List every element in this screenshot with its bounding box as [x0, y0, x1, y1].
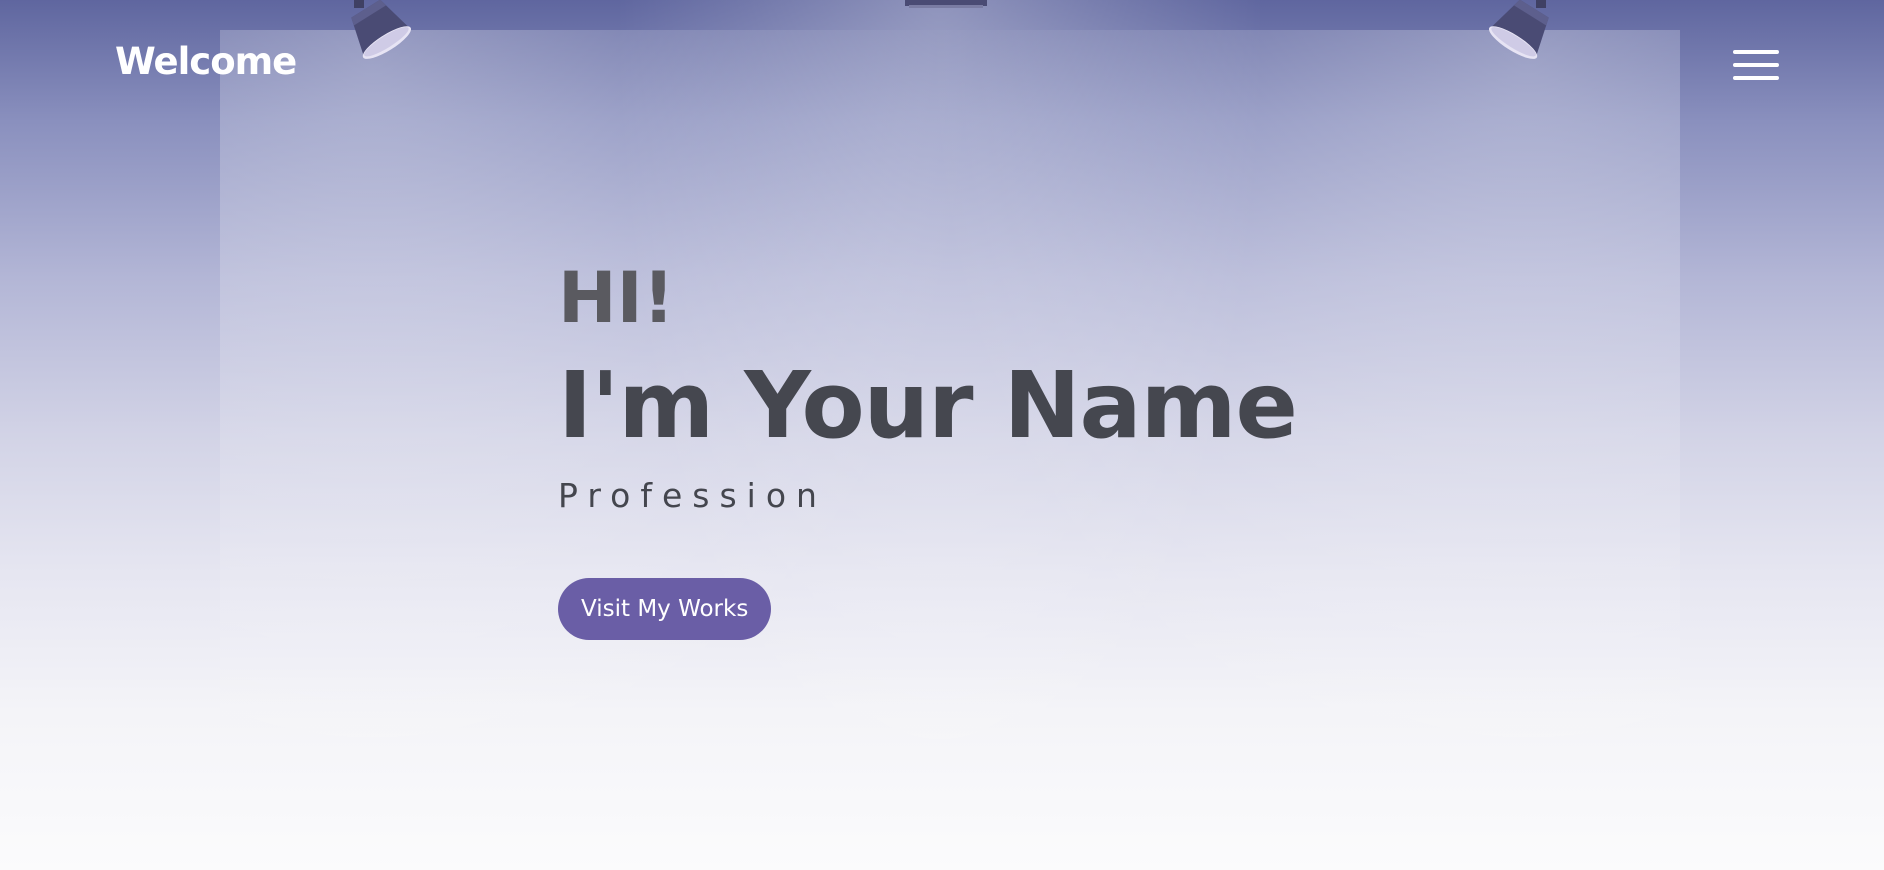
hero-section: Welcome HI! I'm Your Name Profession Vis…	[0, 0, 1884, 870]
hamburger-menu-icon[interactable]	[1733, 48, 1779, 84]
menu-line-bottom	[1733, 76, 1779, 80]
hero-content: HI! I'm Your Name Profession Visit My Wo…	[558, 250, 1298, 640]
hero-profession: Profession	[558, 476, 827, 515]
hero-greeting: HI!	[558, 257, 675, 339]
menu-line-top	[1733, 50, 1779, 54]
visit-works-button[interactable]: Visit My Works	[558, 578, 772, 640]
hero-title: I'm Your Name	[558, 352, 1298, 459]
menu-line-middle	[1733, 63, 1779, 67]
spotlight-left-icon	[351, 0, 412, 59]
site-logo[interactable]: Welcome	[115, 40, 297, 83]
spotlight-right-icon	[1488, 0, 1549, 59]
spotlight-top-icon	[905, 0, 987, 8]
